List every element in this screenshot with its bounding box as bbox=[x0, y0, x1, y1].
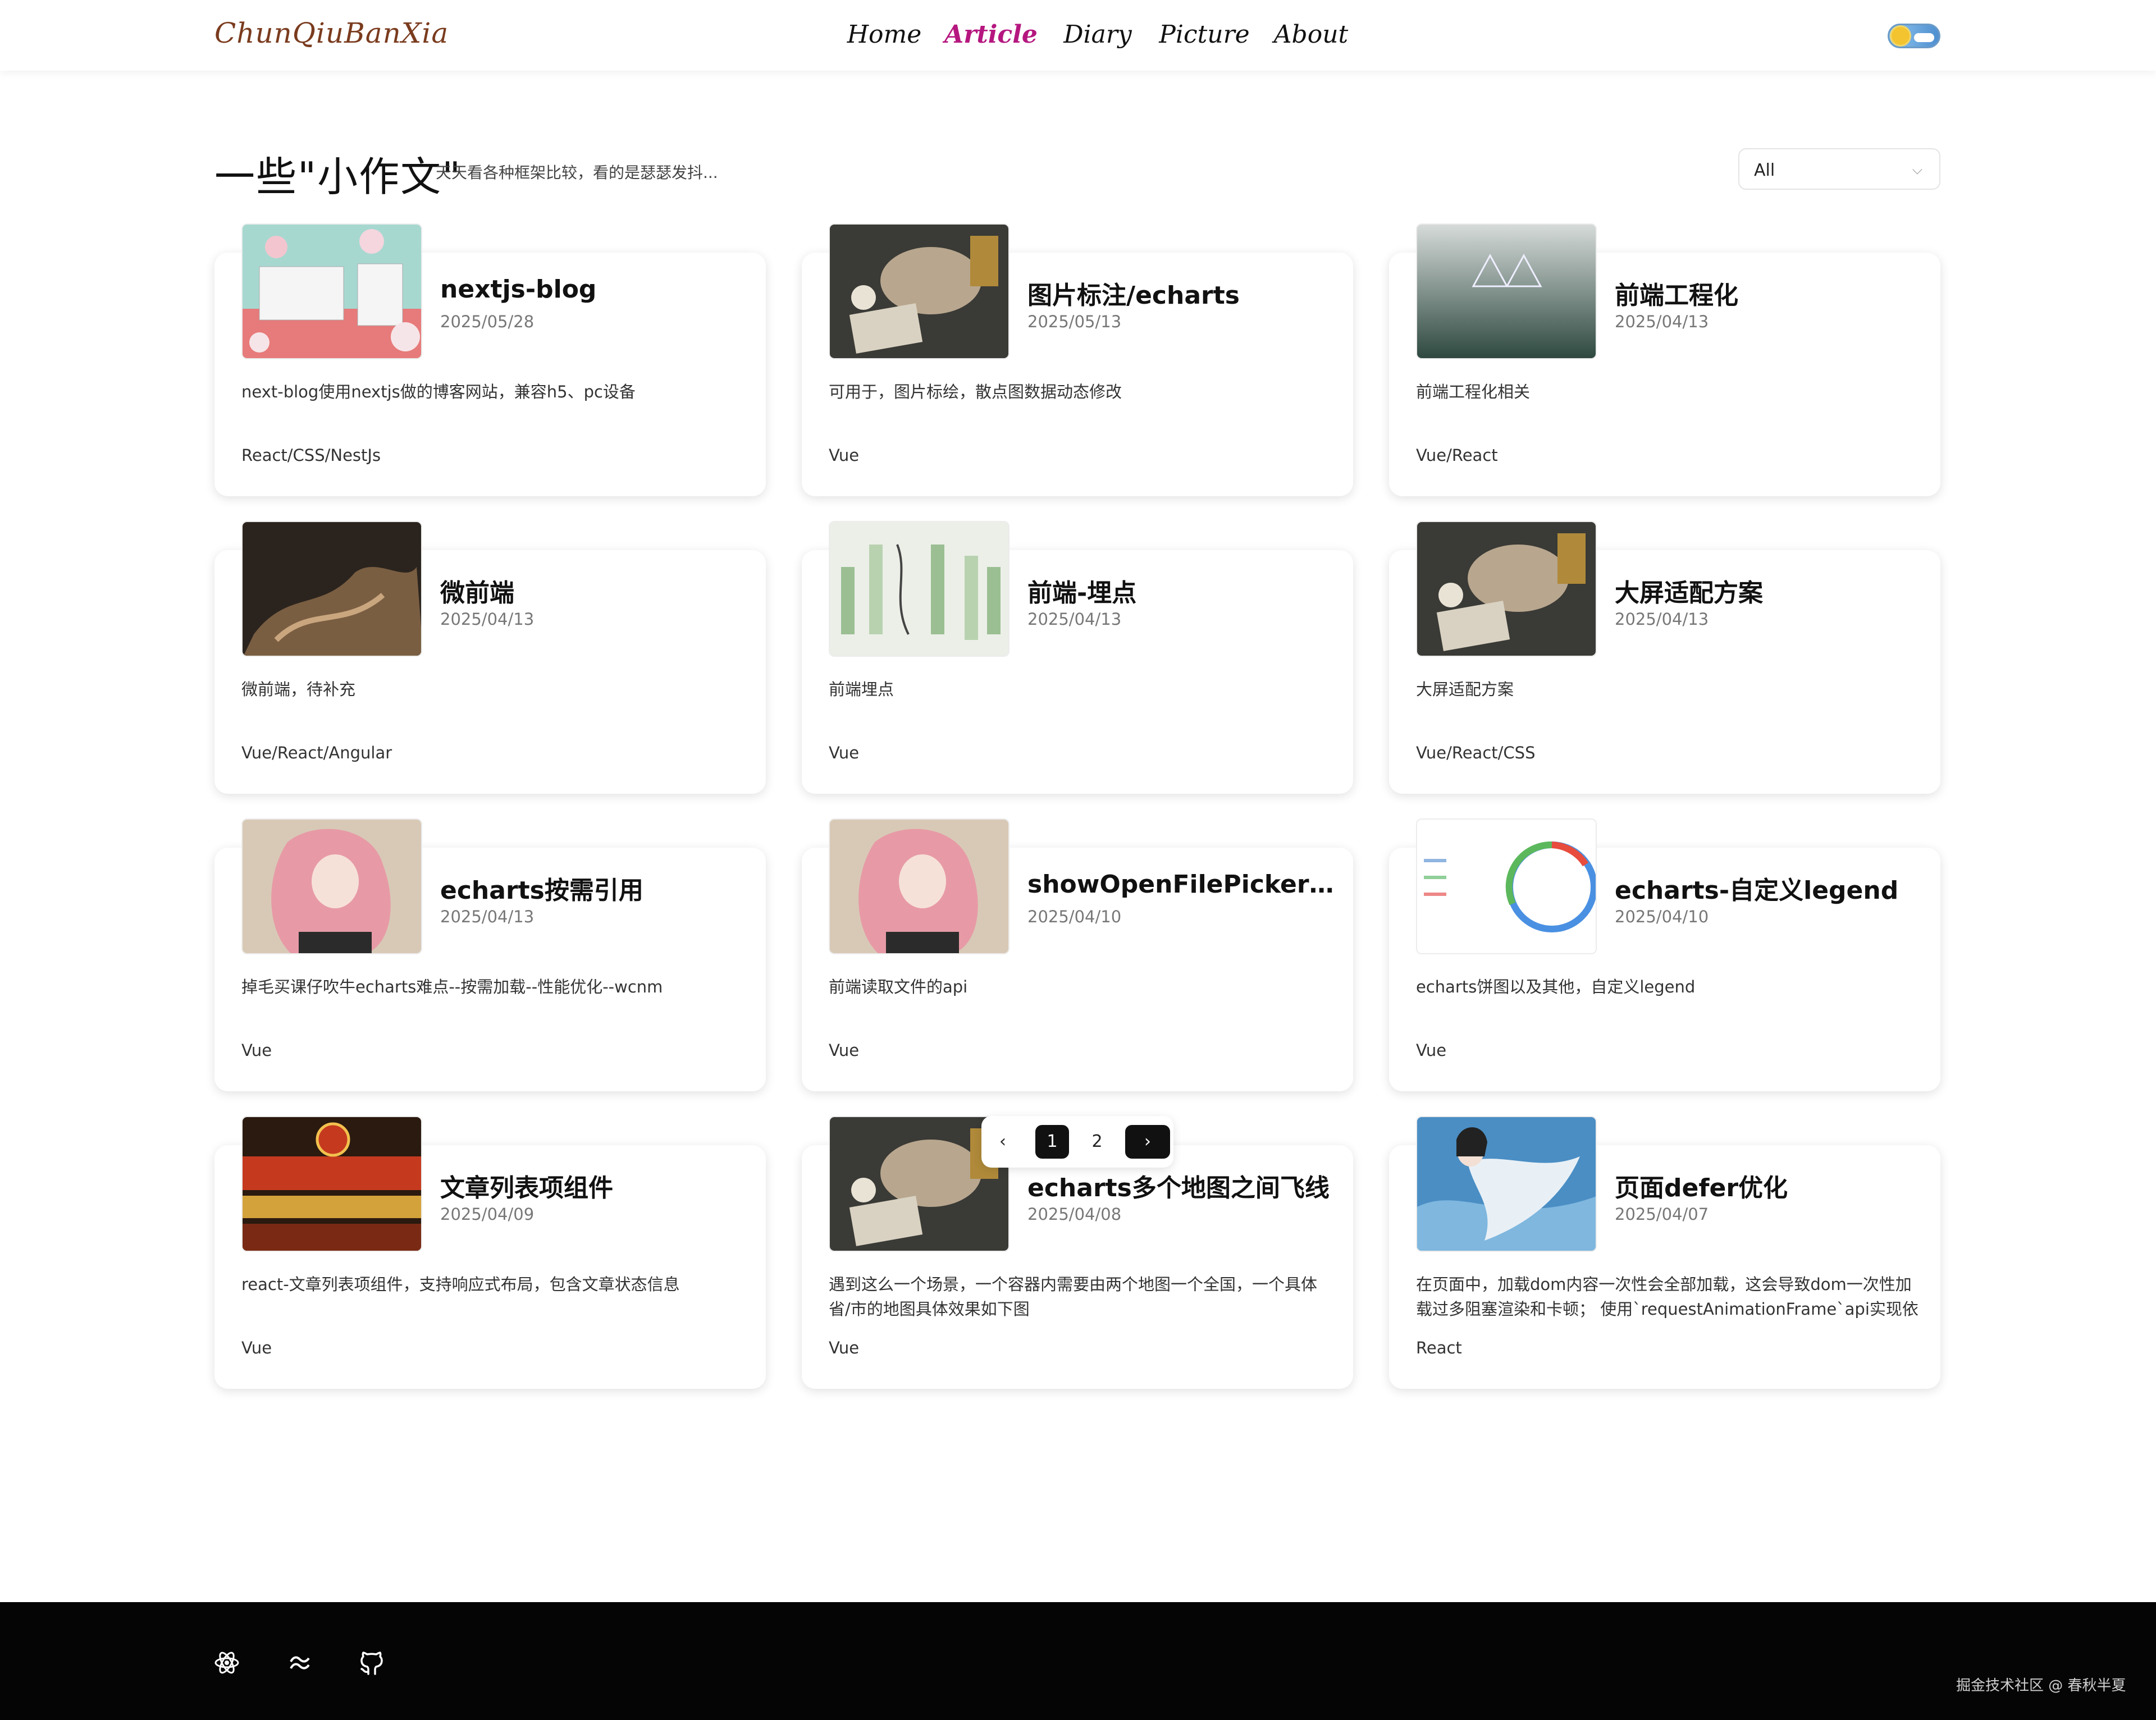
article-date: 2025/04/08 bbox=[1027, 1205, 1122, 1224]
next-page-button[interactable]: › bbox=[1125, 1125, 1170, 1159]
react-icon[interactable] bbox=[213, 1649, 240, 1676]
filter-value: All bbox=[1754, 161, 1775, 180]
chevron-down-icon: ⌵ bbox=[1912, 162, 1922, 177]
article-description: echarts饼图以及其他，自定义legend bbox=[1416, 977, 1696, 996]
article-description: 可用于，图片标绘，散点图数据动态修改 bbox=[829, 382, 1122, 401]
page-title: 一些"小作文" bbox=[214, 153, 462, 200]
article-tags: Vue bbox=[241, 1041, 272, 1060]
article-title[interactable]: 微前端 bbox=[440, 573, 755, 609]
article-tags: React bbox=[1416, 1338, 1462, 1357]
article-card[interactable]: showOpenFilePicker Api... 2025/04/10 前端读… bbox=[802, 818, 1353, 1091]
article-date: 2025/04/13 bbox=[1615, 610, 1709, 629]
article-date: 2025/05/13 bbox=[1027, 312, 1122, 331]
article-title[interactable]: echarts多个地图之间飞线 bbox=[1027, 1168, 1342, 1204]
article-description: 前端埋点 bbox=[829, 680, 894, 699]
tailwind-icon[interactable] bbox=[286, 1649, 313, 1676]
article-title[interactable]: 页面defer优化 bbox=[1615, 1168, 1929, 1204]
article-title[interactable]: nextjs-blog bbox=[440, 275, 755, 304]
article-description: next-blog使用nextjs做的博客网站，兼容h5、pc设备 bbox=[241, 382, 636, 401]
article-date: 2025/04/13 bbox=[440, 610, 535, 629]
sun-icon bbox=[1892, 27, 1910, 45]
cloud-icon bbox=[1914, 33, 1934, 42]
article-thumbnail bbox=[241, 521, 422, 657]
prev-page-button[interactable]: ‹ bbox=[986, 1125, 1020, 1159]
article-description: 掉毛买课仔吹牛echarts难点--按需加载--性能优化--wcnm bbox=[241, 977, 663, 996]
article-title[interactable]: 前端工程化 bbox=[1615, 275, 1929, 311]
article-title[interactable]: echarts-自定义legend bbox=[1615, 870, 1929, 906]
article-card[interactable]: 微前端 2025/04/13 微前端，待补充 Vue/React/Angular bbox=[214, 521, 766, 794]
github-icon[interactable] bbox=[358, 1649, 385, 1676]
article-thumbnail bbox=[829, 818, 1010, 954]
article-tags: Vue/React/CSS bbox=[1416, 743, 1536, 762]
article-card[interactable]: 前端工程化 2025/04/13 前端工程化相关 Vue/React bbox=[1389, 223, 1940, 496]
article-date: 2025/04/13 bbox=[1027, 610, 1122, 629]
article-card[interactable]: 文章列表项组件 2025/04/09 react-文章列表项组件，支持响应式布局… bbox=[214, 1116, 766, 1389]
page-2-button[interactable]: 2 bbox=[1080, 1125, 1114, 1159]
article-date: 2025/04/07 bbox=[1615, 1205, 1709, 1224]
article-description: 前端工程化相关 bbox=[1416, 382, 1531, 401]
nav-about[interactable]: About bbox=[1258, 20, 1364, 49]
article-title[interactable]: echarts按需引用 bbox=[440, 870, 755, 906]
article-thumbnail bbox=[1416, 223, 1597, 359]
nav-article[interactable]: Article bbox=[938, 20, 1044, 49]
article-card[interactable]: echarts多个地图之间飞线 2025/04/08 遇到这么一个场景，一个容器… bbox=[802, 1116, 1353, 1389]
article-card[interactable]: echarts按需引用 2025/04/13 掉毛买课仔吹牛echarts难点-… bbox=[214, 818, 766, 1091]
article-title[interactable]: 前端-埋点 bbox=[1027, 573, 1342, 609]
article-description: 在页面中，加载dom内容一次性会全部加载，这会导致dom一次性加载过多阻塞渲染和… bbox=[1416, 1275, 1919, 1319]
article-description: 大屏适配方案 bbox=[1416, 680, 1514, 699]
article-tags: Vue bbox=[829, 743, 860, 762]
article-title[interactable]: showOpenFilePicker Api... bbox=[1027, 870, 1342, 899]
site-logo[interactable]: ChunQiuBanXia bbox=[214, 17, 449, 49]
article-thumbnail bbox=[241, 818, 422, 954]
article-tags: Vue/React/Angular bbox=[241, 743, 392, 762]
footer-credit: 掘金技术社区 @ 春秋半夏 bbox=[1956, 1677, 2126, 1694]
article-date: 2025/04/10 bbox=[1027, 907, 1122, 926]
site-header: ChunQiuBanXia Home Article Diary Picture… bbox=[0, 0, 2156, 71]
article-thumbnail bbox=[829, 223, 1010, 359]
article-title[interactable]: 文章列表项组件 bbox=[440, 1168, 755, 1204]
article-tags: Vue bbox=[241, 1338, 272, 1357]
article-thumbnail bbox=[1416, 1116, 1597, 1252]
article-description: react-文章列表项组件，支持响应式布局，包含文章状态信息 bbox=[241, 1275, 680, 1294]
article-title[interactable]: 大屏适配方案 bbox=[1615, 573, 1929, 609]
article-date: 2025/04/13 bbox=[440, 907, 535, 926]
article-card[interactable]: 大屏适配方案 2025/04/13 大屏适配方案 Vue/React/CSS bbox=[1389, 521, 1940, 794]
article-card[interactable]: nextjs-blog 2025/05/28 next-blog使用nextjs… bbox=[214, 223, 766, 496]
theme-toggle[interactable] bbox=[1888, 24, 1940, 48]
category-filter-select[interactable]: All ⌵ bbox=[1738, 148, 1940, 190]
main-nav: Home Article Diary Picture About bbox=[831, 20, 1364, 49]
article-tags: Vue bbox=[829, 1041, 860, 1060]
article-thumbnail bbox=[829, 521, 1010, 657]
article-description: 微前端，待补充 bbox=[241, 680, 356, 699]
article-card[interactable]: echarts-自定义legend 2025/04/10 echarts饼图以及… bbox=[1389, 818, 1940, 1091]
article-thumbnail bbox=[1416, 818, 1597, 954]
nav-picture[interactable]: Picture bbox=[1151, 20, 1258, 49]
page-subtitle: 天天看各种框架比较，看的是瑟瑟发抖... bbox=[436, 163, 718, 182]
article-date: 2025/04/13 bbox=[1615, 312, 1709, 331]
article-tags: React/CSS/NestJs bbox=[241, 446, 381, 465]
article-date: 2025/04/10 bbox=[1615, 907, 1709, 926]
article-card[interactable]: 页面defer优化 2025/04/07 在页面中，加载dom内容一次性会全部加… bbox=[1389, 1116, 1940, 1389]
article-thumbnail bbox=[1416, 521, 1597, 657]
nav-home[interactable]: Home bbox=[831, 20, 938, 49]
article-description: 遇到这么一个场景，一个容器内需要由两个地图一个全国，一个具体省/市的地图具体效果… bbox=[829, 1275, 1318, 1319]
article-tags: Vue bbox=[829, 1338, 860, 1357]
pagination: ‹ 1 2 › bbox=[981, 1116, 1173, 1168]
article-description: 前端读取文件的api bbox=[829, 977, 968, 996]
site-footer: 掘金技术社区 @ 春秋半夏 bbox=[0, 1602, 2156, 1720]
article-tags: Vue/React bbox=[1416, 446, 1498, 465]
article-tags: Vue bbox=[829, 446, 860, 465]
article-card[interactable]: 前端-埋点 2025/04/13 前端埋点 Vue bbox=[802, 521, 1353, 794]
article-tags: Vue bbox=[1416, 1041, 1447, 1060]
article-date: 2025/04/09 bbox=[440, 1205, 535, 1224]
nav-diary[interactable]: Diary bbox=[1044, 20, 1151, 49]
article-date: 2025/05/28 bbox=[440, 312, 535, 331]
page-1-button[interactable]: 1 bbox=[1035, 1125, 1069, 1159]
article-card[interactable]: 图片标注/echarts 2025/05/13 可用于，图片标绘，散点图数据动态… bbox=[802, 223, 1353, 496]
article-title[interactable]: 图片标注/echarts bbox=[1027, 275, 1342, 311]
article-thumbnail bbox=[241, 223, 422, 359]
article-thumbnail bbox=[241, 1116, 422, 1252]
